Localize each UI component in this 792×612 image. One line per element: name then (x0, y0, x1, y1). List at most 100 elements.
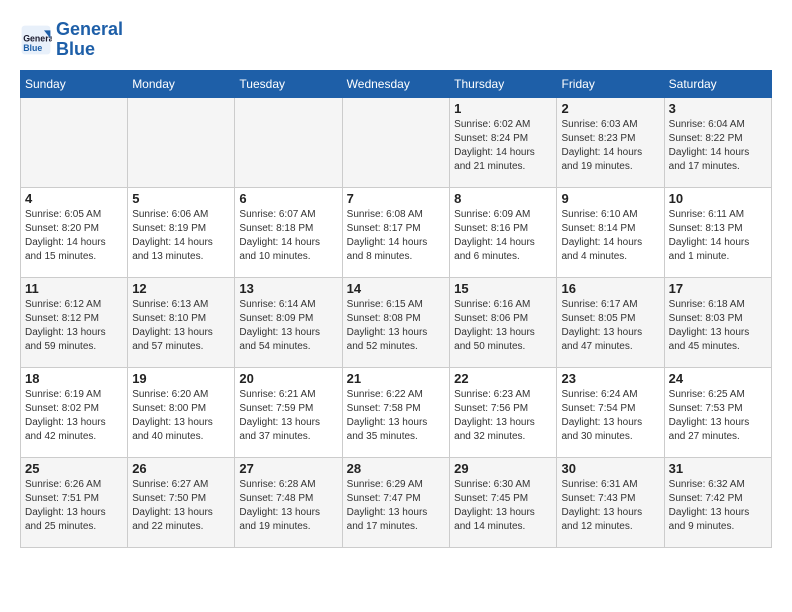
day-cell: 26 Sunrise: 6:27 AM Sunset: 7:50 PM Dayli… (128, 457, 235, 547)
day-info: Sunrise: 6:12 AM Sunset: 8:12 PM Dayligh… (25, 298, 123, 354)
day-info: Sunrise: 6:08 AM Sunset: 8:17 PM Dayligh… (347, 208, 446, 264)
day-number: 5 (132, 191, 230, 206)
day-cell: 6 Sunrise: 6:07 AM Sunset: 8:18 PM Daylig… (235, 187, 342, 277)
day-cell: 7Sunrise: 6:08 AM Sunset: 8:17 PM Daylig… (342, 187, 450, 277)
day-header-tuesday: Tuesday (235, 70, 342, 97)
day-number: 30 (561, 461, 659, 476)
day-cell: 8 Sunrise: 6:09 AM Sunset: 8:16 PM Daylig… (450, 187, 557, 277)
day-cell (235, 97, 342, 187)
day-cell: 22 Sunrise: 6:23 AM Sunset: 7:56 PM Dayli… (450, 367, 557, 457)
day-number: 26 (132, 461, 230, 476)
day-cell: 12 Sunrise: 6:13 AM Sunset: 8:10 PM Dayli… (128, 277, 235, 367)
day-number: 28 (347, 461, 446, 476)
day-number: 6 (239, 191, 337, 206)
day-info: Sunrise: 6:03 AM Sunset: 8:23 PM Dayligh… (561, 118, 659, 174)
week-row-5: 25 Sunrise: 6:26 AM Sunset: 7:51 PM Dayli… (21, 457, 772, 547)
day-cell: 23Sunrise: 6:24 AM Sunset: 7:54 PM Dayli… (557, 367, 664, 457)
day-number: 12 (132, 281, 230, 296)
day-number: 19 (132, 371, 230, 386)
day-info: Sunrise: 6:25 AM Sunset: 7:53 PM Dayligh… (669, 388, 767, 444)
day-info: Sunrise: 6:32 AM Sunset: 7:42 PM Dayligh… (669, 478, 767, 534)
day-cell: 13 Sunrise: 6:14 AM Sunset: 8:09 PM Dayli… (235, 277, 342, 367)
day-info: Sunrise: 6:02 AM Sunset: 8:24 PM Dayligh… (454, 118, 552, 174)
day-info: Sunrise: 6:31 AM Sunset: 7:43 PM Dayligh… (561, 478, 659, 534)
day-cell: 14Sunrise: 6:15 AM Sunset: 8:08 PM Dayli… (342, 277, 450, 367)
day-cell: 28Sunrise: 6:29 AM Sunset: 7:47 PM Dayli… (342, 457, 450, 547)
day-number: 15 (454, 281, 552, 296)
day-number: 31 (669, 461, 767, 476)
day-number: 11 (25, 281, 123, 296)
day-header-sunday: Sunday (21, 70, 128, 97)
day-info: Sunrise: 6:21 AM Sunset: 7:59 PM Dayligh… (239, 388, 337, 444)
day-number: 10 (669, 191, 767, 206)
day-cell: 10 Sunrise: 6:11 AM Sunset: 8:13 PM Dayli… (664, 187, 771, 277)
day-info: Sunrise: 6:11 AM Sunset: 8:13 PM Dayligh… (669, 208, 767, 264)
week-row-2: 4 Sunrise: 6:05 AM Sunset: 8:20 PM Daylig… (21, 187, 772, 277)
day-number: 3 (669, 101, 767, 116)
day-info: Sunrise: 6:17 AM Sunset: 8:05 PM Dayligh… (561, 298, 659, 354)
day-number: 8 (454, 191, 552, 206)
day-number: 13 (239, 281, 337, 296)
day-info: Sunrise: 6:13 AM Sunset: 8:10 PM Dayligh… (132, 298, 230, 354)
day-info: Sunrise: 6:30 AM Sunset: 7:45 PM Dayligh… (454, 478, 552, 534)
week-row-4: 18Sunrise: 6:19 AM Sunset: 8:02 PM Dayli… (21, 367, 772, 457)
day-info: Sunrise: 6:06 AM Sunset: 8:19 PM Dayligh… (132, 208, 230, 264)
day-header-monday: Monday (128, 70, 235, 97)
calendar-table: SundayMondayTuesdayWednesdayThursdayFrid… (20, 70, 772, 548)
day-info: Sunrise: 6:15 AM Sunset: 8:08 PM Dayligh… (347, 298, 446, 354)
day-cell: 9 Sunrise: 6:10 AM Sunset: 8:14 PM Daylig… (557, 187, 664, 277)
day-header-friday: Friday (557, 70, 664, 97)
day-cell: 1 Sunrise: 6:02 AM Sunset: 8:24 PM Daylig… (450, 97, 557, 187)
day-info: Sunrise: 6:07 AM Sunset: 8:18 PM Dayligh… (239, 208, 337, 264)
day-cell: 29Sunrise: 6:30 AM Sunset: 7:45 PM Dayli… (450, 457, 557, 547)
day-info: Sunrise: 6:18 AM Sunset: 8:03 PM Dayligh… (669, 298, 767, 354)
day-info: Sunrise: 6:28 AM Sunset: 7:48 PM Dayligh… (239, 478, 337, 534)
day-cell (342, 97, 450, 187)
day-info: Sunrise: 6:20 AM Sunset: 8:00 PM Dayligh… (132, 388, 230, 444)
day-cell: 2 Sunrise: 6:03 AM Sunset: 8:23 PM Daylig… (557, 97, 664, 187)
day-info: Sunrise: 6:24 AM Sunset: 7:54 PM Dayligh… (561, 388, 659, 444)
day-number: 4 (25, 191, 123, 206)
day-info: Sunrise: 6:04 AM Sunset: 8:22 PM Dayligh… (669, 118, 767, 174)
day-info: Sunrise: 6:10 AM Sunset: 8:14 PM Dayligh… (561, 208, 659, 264)
week-row-3: 11 Sunrise: 6:12 AM Sunset: 8:12 PM Dayli… (21, 277, 772, 367)
day-number: 9 (561, 191, 659, 206)
day-info: Sunrise: 6:09 AM Sunset: 8:16 PM Dayligh… (454, 208, 552, 264)
logo-icon: General Blue (20, 24, 52, 56)
day-number: 24 (669, 371, 767, 386)
day-cell: 4 Sunrise: 6:05 AM Sunset: 8:20 PM Daylig… (21, 187, 128, 277)
day-cell: 18Sunrise: 6:19 AM Sunset: 8:02 PM Dayli… (21, 367, 128, 457)
day-info: Sunrise: 6:05 AM Sunset: 8:20 PM Dayligh… (25, 208, 123, 264)
day-cell: 19 Sunrise: 6:20 AM Sunset: 8:00 PM Dayli… (128, 367, 235, 457)
day-cell: 27 Sunrise: 6:28 AM Sunset: 7:48 PM Dayli… (235, 457, 342, 547)
day-cell (21, 97, 128, 187)
day-info: Sunrise: 6:23 AM Sunset: 7:56 PM Dayligh… (454, 388, 552, 444)
day-cell: 5 Sunrise: 6:06 AM Sunset: 8:19 PM Daylig… (128, 187, 235, 277)
svg-text:Blue: Blue (23, 43, 42, 53)
day-number: 22 (454, 371, 552, 386)
day-number: 21 (347, 371, 446, 386)
day-number: 17 (669, 281, 767, 296)
day-number: 2 (561, 101, 659, 116)
day-cell: 20 Sunrise: 6:21 AM Sunset: 7:59 PM Dayli… (235, 367, 342, 457)
day-cell: 25 Sunrise: 6:26 AM Sunset: 7:51 PM Dayli… (21, 457, 128, 547)
day-number: 16 (561, 281, 659, 296)
day-header-saturday: Saturday (664, 70, 771, 97)
day-number: 25 (25, 461, 123, 476)
day-cell (128, 97, 235, 187)
logo-text: GeneralBlue (56, 20, 123, 60)
day-cell: 3 Sunrise: 6:04 AM Sunset: 8:22 PM Daylig… (664, 97, 771, 187)
day-number: 27 (239, 461, 337, 476)
day-cell: 24 Sunrise: 6:25 AM Sunset: 7:53 PM Dayli… (664, 367, 771, 457)
day-cell: 30 Sunrise: 6:31 AM Sunset: 7:43 PM Dayli… (557, 457, 664, 547)
day-cell: 16 Sunrise: 6:17 AM Sunset: 8:05 PM Dayli… (557, 277, 664, 367)
day-info: Sunrise: 6:27 AM Sunset: 7:50 PM Dayligh… (132, 478, 230, 534)
day-cell: 21 Sunrise: 6:22 AM Sunset: 7:58 PM Dayli… (342, 367, 450, 457)
day-number: 20 (239, 371, 337, 386)
day-info: Sunrise: 6:26 AM Sunset: 7:51 PM Dayligh… (25, 478, 123, 534)
day-number: 18 (25, 371, 123, 386)
day-info: Sunrise: 6:22 AM Sunset: 7:58 PM Dayligh… (347, 388, 446, 444)
day-info: Sunrise: 6:14 AM Sunset: 8:09 PM Dayligh… (239, 298, 337, 354)
page-header: General Blue GeneralBlue (20, 20, 772, 60)
day-number: 1 (454, 101, 552, 116)
